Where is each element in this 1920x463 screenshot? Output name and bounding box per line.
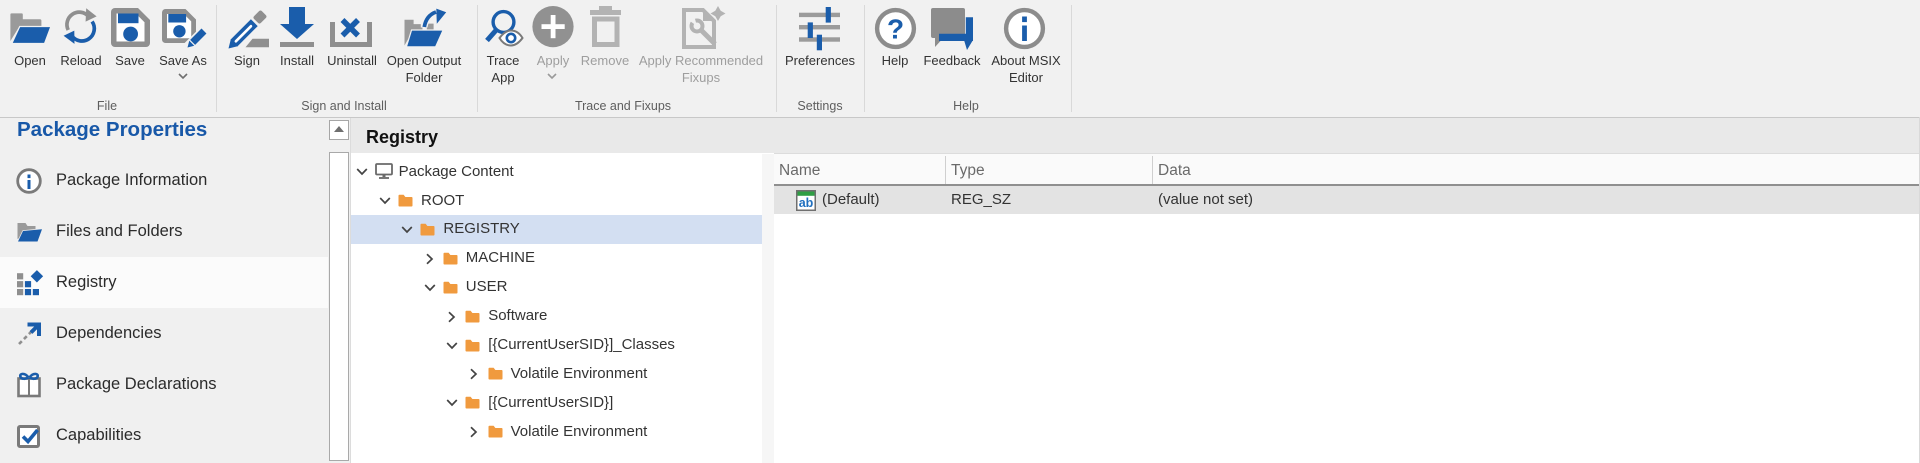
svg-text:?: ? bbox=[887, 14, 904, 45]
svg-text:ab: ab bbox=[799, 196, 814, 210]
